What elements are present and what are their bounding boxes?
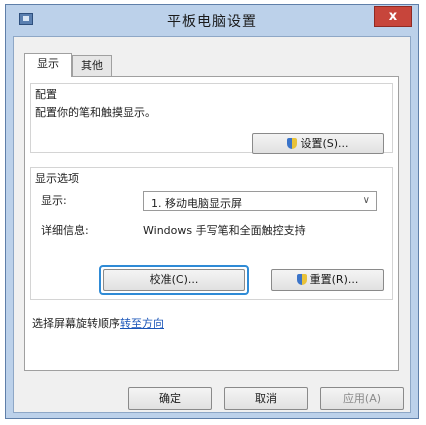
display-options-title: 显示选项 [35, 172, 79, 185]
setup-button[interactable]: 设置(S)... [252, 133, 384, 154]
config-description: 配置你的笔和触摸显示。 [35, 106, 156, 119]
cancel-button[interactable]: 取消 [224, 387, 308, 410]
apply-button[interactable]: 应用(A) [320, 387, 404, 410]
display-tab-panel: 配置 配置你的笔和触摸显示。 设置(S)... 显示选项 显示: 1. 移动电脑… [24, 76, 399, 371]
reset-button[interactable]: 重置(R)... [271, 269, 384, 291]
tablet-settings-window: 平板电脑设置 x 显示 其他 配置 配置你的笔和触摸显示。 设置(S)... 显… [5, 4, 419, 419]
ok-button[interactable]: 确定 [128, 387, 212, 410]
config-group-title: 配置 [35, 88, 57, 101]
uac-shield-icon [296, 274, 307, 285]
setup-button-label: 设置(S)... [300, 137, 349, 150]
uac-shield-icon [287, 138, 298, 149]
display-select[interactable]: 1. 移动电脑显示屏 ∨ [143, 191, 377, 211]
title-bar[interactable]: 平板电脑设置 x [6, 5, 418, 35]
details-value: Windows 手写笔和全面触控支持 [143, 224, 306, 237]
display-select-value: 1. 移动电脑显示屏 [151, 197, 242, 210]
reset-button-label: 重置(R)... [309, 273, 359, 286]
tab-other[interactable]: 其他 [72, 55, 112, 77]
window-title: 平板电脑设置 [167, 14, 257, 30]
calibrate-button[interactable]: 校准(C)... [103, 269, 245, 291]
display-label: 显示: [41, 194, 67, 207]
orientation-text: 选择屏幕旋转顺序转至方向 [32, 315, 164, 331]
tab-display[interactable]: 显示 [24, 53, 72, 77]
chevron-down-icon: ∨ [362, 195, 370, 206]
orientation-prefix: 选择屏幕旋转顺序 [32, 317, 120, 330]
close-button[interactable]: x [374, 6, 412, 27]
dialog-client-area: 显示 其他 配置 配置你的笔和触摸显示。 设置(S)... 显示选项 显示: 1… [13, 36, 411, 413]
details-label: 详细信息: [41, 224, 89, 237]
orientation-link[interactable]: 转至方向 [120, 317, 164, 330]
